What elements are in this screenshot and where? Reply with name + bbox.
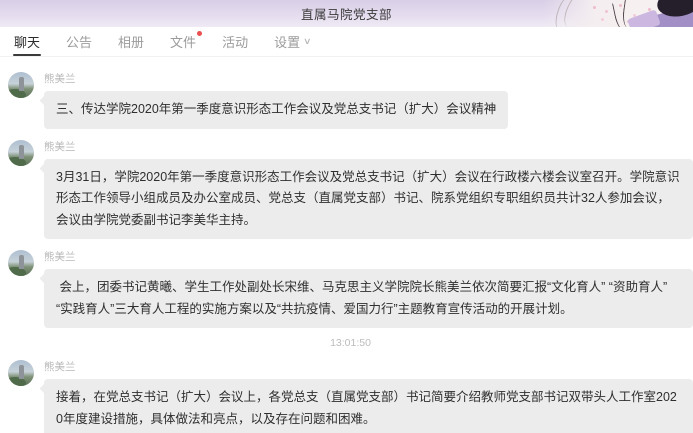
tab-settings[interactable]: 设置 ∨ xyxy=(274,27,311,56)
tab-album[interactable]: 相册 xyxy=(118,27,144,56)
avatar[interactable] xyxy=(8,250,34,276)
message-row: 熊美兰 接着，在党总支书记（扩大）会议上，各党总支（直属党支部）书记简要介绍教师… xyxy=(8,358,693,433)
avatar[interactable] xyxy=(8,72,34,98)
new-content-badge-dot xyxy=(197,31,202,36)
message-row: 熊美兰 会上，团委书记黄曦、学生工作处副处长宋维、马克思主义学院院长熊美兰依次简… xyxy=(8,248,693,328)
tab-chat-label: 聊天 xyxy=(14,32,40,51)
sender-name[interactable]: 熊美兰 xyxy=(44,359,693,374)
tab-files-label: 文件 xyxy=(170,32,196,51)
avatar-landscape xyxy=(19,255,24,269)
group-title: 直属马院党支部 xyxy=(0,0,693,27)
tab-settings-label: 设置 xyxy=(274,32,300,51)
tab-bar: 聊天 公告 相册 文件 活动 设置 ∨ xyxy=(0,27,693,57)
timestamp: 13:01:50 xyxy=(8,337,693,349)
message-row: 熊美兰 3月31日，学院2020年第一季度意识形态工作会议及党总支书记（扩大）会… xyxy=(8,138,693,240)
avatar-landscape xyxy=(19,145,24,159)
avatar-landscape xyxy=(19,365,24,379)
tab-album-label: 相册 xyxy=(118,32,144,51)
message-bubble[interactable]: 三、传达学院2020年第一季度意识形态工作会议及党总支书记（扩大）会议精神 xyxy=(44,91,508,129)
avatar[interactable] xyxy=(8,360,34,386)
avatar[interactable] xyxy=(8,140,34,166)
sender-name[interactable]: 熊美兰 xyxy=(44,71,693,86)
sender-name[interactable]: 熊美兰 xyxy=(44,139,693,154)
group-banner: 直属马院党支部 xyxy=(0,0,693,27)
chevron-down-icon: ∨ xyxy=(303,36,312,47)
message-bubble[interactable]: 3月31日，学院2020年第一季度意识形态工作会议及党总支书记（扩大）会议在行政… xyxy=(44,159,693,240)
message-row: 熊美兰 三、传达学院2020年第一季度意识形态工作会议及党总支书记（扩大）会议精… xyxy=(8,70,693,129)
tab-announcement-label: 公告 xyxy=(66,32,92,51)
message-bubble[interactable]: 会上，团委书记黄曦、学生工作处副处长宋维、马克思主义学院院长熊美兰依次简要汇报“… xyxy=(44,269,693,328)
tab-announcement[interactable]: 公告 xyxy=(66,27,92,56)
sender-name[interactable]: 熊美兰 xyxy=(44,249,693,264)
tab-activity-label: 活动 xyxy=(222,32,248,51)
avatar-landscape xyxy=(19,77,24,91)
tab-files[interactable]: 文件 xyxy=(170,27,196,56)
message-bubble[interactable]: 接着，在党总支书记（扩大）会议上，各党总支（直属党支部）书记简要介绍教师党支部书… xyxy=(44,379,693,433)
chat-area: 熊美兰 三、传达学院2020年第一季度意识形态工作会议及党总支书记（扩大）会议精… xyxy=(0,57,693,433)
tab-chat[interactable]: 聊天 xyxy=(14,27,40,56)
tab-activity[interactable]: 活动 xyxy=(222,27,248,56)
